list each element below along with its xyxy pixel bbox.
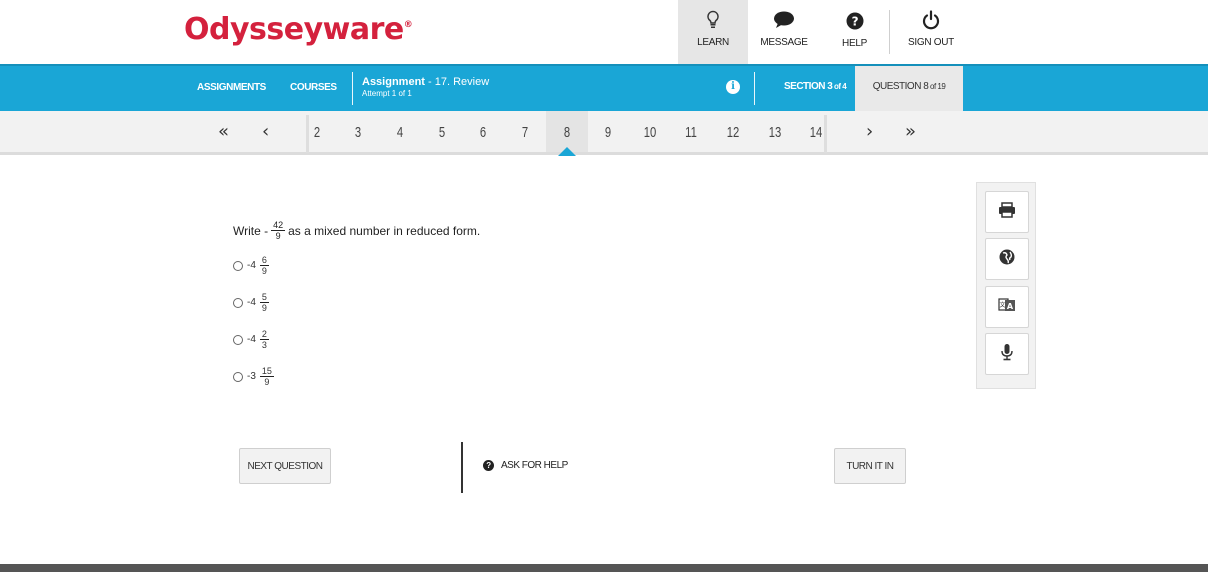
radio-button[interactable] [233, 297, 243, 308]
divider [754, 72, 755, 105]
question-navigator: « ‹ 2 3 4 5 6 7 8 9 10 11 12 13 14 › » [0, 111, 1208, 155]
svg-text:?: ? [851, 15, 858, 29]
question-number[interactable]: 2 [306, 124, 329, 141]
printer-icon [998, 201, 1016, 223]
question-number[interactable]: 10 [639, 124, 662, 141]
question-number[interactable]: 6 [472, 124, 495, 141]
next-question-button[interactable]: NEXT QUESTION [239, 448, 331, 484]
translate-icon: A文 [998, 297, 1016, 318]
divider [824, 115, 827, 153]
courses-link[interactable]: COURSES [290, 82, 337, 93]
prev-question-button[interactable]: ‹ [262, 121, 269, 142]
divider [352, 72, 353, 105]
info-icon[interactable]: i [726, 80, 740, 94]
svg-text:文: 文 [999, 301, 1005, 309]
fraction: 42 9 [271, 220, 286, 241]
nav-message[interactable]: MESSAGE [748, 0, 820, 64]
power-icon [922, 9, 940, 31]
ask-for-help-button[interactable]: ? ASK FOR HELP [483, 460, 568, 471]
question-text: Write - 42 9 as a mixed number in reduced… [233, 220, 481, 241]
question-number[interactable]: 11 [680, 124, 703, 141]
nav-learn[interactable]: LEARN [678, 0, 748, 64]
microphone-icon [1000, 343, 1014, 366]
assignment-bar: ASSIGNMENTS COURSES Assignment - 17. Rev… [0, 64, 1208, 111]
answer-option[interactable]: -4 23 [233, 329, 272, 350]
question-indicator: QUESTION 8 of 19 [855, 66, 963, 111]
question-number-current[interactable]: 8 [556, 124, 579, 141]
first-question-button[interactable]: « [218, 121, 229, 142]
microphone-button[interactable] [985, 333, 1029, 375]
question-circle-icon: ? [846, 10, 864, 32]
lightbulb-icon [706, 9, 720, 31]
app-header: Odysseyware® LEARN MESSAGE ? HELP SIGN O… [0, 0, 1208, 64]
globe-icon [999, 249, 1015, 270]
print-button[interactable] [985, 191, 1029, 233]
section-indicator: SECTION 3 of 4 [784, 81, 847, 92]
footer-bar [0, 564, 1208, 572]
question-circle-icon: ? [483, 460, 494, 471]
question-number[interactable]: 12 [722, 124, 745, 141]
assignment-title: Assignment - 17. Review Attempt 1 of 1 [362, 76, 490, 98]
radio-button[interactable] [233, 260, 243, 271]
translate-button[interactable]: A文 [985, 286, 1029, 328]
next-question-arrow[interactable]: › [866, 121, 873, 142]
attempt-label: Attempt 1 of 1 [362, 89, 412, 98]
chat-bubble-icon [773, 9, 795, 31]
top-nav: LEARN MESSAGE ? HELP SIGN OUT [678, 0, 972, 64]
question-number[interactable]: 9 [597, 124, 620, 141]
nav-sign-out[interactable]: SIGN OUT [890, 0, 972, 64]
turn-it-in-button[interactable]: TURN IT IN [834, 448, 906, 484]
svg-text:A: A [1007, 302, 1014, 311]
divider [461, 442, 463, 493]
assignments-link[interactable]: ASSIGNMENTS [197, 82, 266, 93]
question-number[interactable]: 5 [431, 124, 454, 141]
answer-option[interactable]: -4 59 [233, 292, 272, 313]
answer-option[interactable]: -3 15 9 [233, 366, 277, 387]
tools-panel: A文 [976, 182, 1036, 389]
question-number[interactable]: 13 [764, 124, 787, 141]
radio-button[interactable] [233, 334, 243, 345]
answer-option[interactable]: -4 69 [233, 255, 272, 276]
last-question-button[interactable]: » [905, 121, 916, 142]
question-number[interactable]: 4 [389, 124, 412, 141]
globe-button[interactable] [985, 238, 1029, 280]
question-number[interactable]: 3 [347, 124, 370, 141]
question-number[interactable]: 7 [514, 124, 537, 141]
nav-help[interactable]: ? HELP [820, 10, 890, 54]
current-question-caret [558, 147, 576, 156]
odysseyware-logo[interactable]: Odysseyware® [184, 12, 413, 47]
radio-button[interactable] [233, 371, 243, 382]
